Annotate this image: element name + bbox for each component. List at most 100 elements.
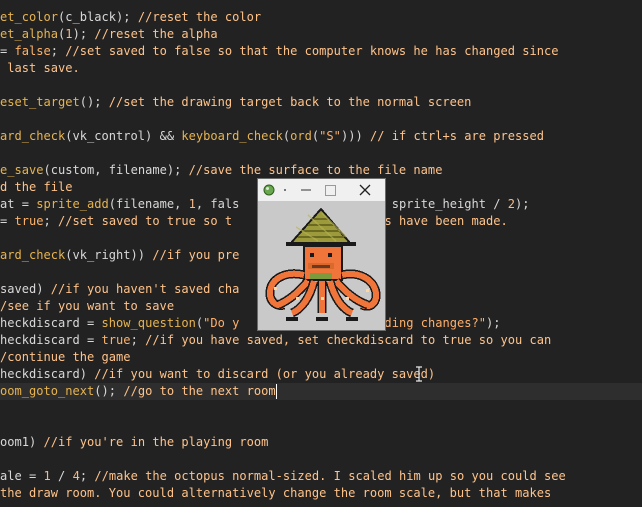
text-caret [276,384,277,399]
code-token: //if you have saved, set checkdiscard to… [145,333,552,347]
sprite-preview-window[interactable] [257,178,386,331]
code-token: ; [43,214,59,228]
close-icon [359,184,371,196]
code-token: ; [79,469,95,483]
code-line[interactable]: ard_check(vk_control) && keyboard_check(… [0,128,642,145]
code-token: last save. [0,61,80,75]
code-token: //if you're in the playing room [43,435,269,449]
code-line[interactable] [0,417,642,434]
code-token: 1 [188,197,196,211]
code-token: ard_check [0,248,66,262]
code-token: "Do y [203,316,240,330]
code-token: ))) [340,129,370,143]
code-line[interactable]: eset_target(); //set the drawing target … [0,94,642,111]
code-line[interactable]: et_color(c_black); //reset the color [0,9,642,26]
code-token: //reset the color [137,10,262,24]
text-cursor-ibeam-icon [415,366,423,382]
code-token: ); [515,197,530,211]
code-token: ard_check [0,129,66,143]
code-token: = [0,44,15,58]
code-token: ale = [0,469,44,483]
octopus-sprite-image [265,207,381,321]
code-token: //save the surface to the file name [188,163,443,177]
code-token: oom1) [0,435,44,449]
code-token: true [14,214,44,228]
code-token: (); [79,95,109,109]
code-token: //make the octopus normal-sized. I scale… [94,469,566,483]
code-line[interactable]: et_alpha(1); //reset the alpha [0,26,642,43]
code-token: et_alpha [0,27,59,41]
code-token: /see if you want to save [0,299,175,313]
code-token: , sprite_height / [377,197,508,211]
code-token: ; [50,44,66,58]
close-button[interactable] [353,179,377,201]
code-line[interactable] [0,111,642,128]
code-token: //set the drawing target back to the nor… [108,95,472,109]
code-token: heckdiscard) [0,367,95,381]
code-token: //if you pre [152,248,240,262]
code-token: keyboard_check [181,129,283,143]
code-token: d the file [0,180,73,194]
code-token: 2 [507,197,516,211]
code-token: e_save [0,163,44,177]
code-token: /continue the game [0,350,131,364]
code-line[interactable] [0,145,642,162]
code-token: //if you want to discard (or you already… [94,367,436,381]
titlebar-dot-icon [282,179,290,201]
code-token: //go to the next room [123,384,276,398]
code-token: 4 [72,469,80,483]
code-line[interactable] [0,77,642,94]
code-token: (vk_right)) [65,248,153,262]
code-token: ); [72,27,95,41]
code-token: // if ctrl+s are pressed [369,129,545,143]
code-token: //set saved to true so t [58,214,233,228]
preview-canvas [258,201,385,330]
code-line[interactable] [0,400,642,417]
code-line[interactable]: the draw room. You could alternatively c… [0,485,642,502]
code-token: (custom, filename); [43,163,189,177]
code-token: ; [130,333,146,347]
code-token: "S" [319,129,341,143]
maximize-button[interactable] [318,179,342,201]
code-token: //if you haven't saved cha [50,282,240,296]
minimize-button[interactable] [294,179,318,201]
code-token: ); [485,316,501,330]
code-token: saved) [0,282,51,296]
code-token: sprite_add [36,197,109,211]
code-token: , fals [195,197,240,211]
code-token: the draw room. You could alternatively c… [0,486,552,500]
code-token: show_question [101,316,196,330]
app-icon [258,179,280,201]
code-token: //set saved to false so that the compute… [65,44,559,58]
code-token: at = [0,197,37,211]
code-line[interactable]: oom1) //if you're in the playing room [0,434,642,451]
code-line[interactable] [0,451,642,468]
code-line[interactable]: ale = 1 / 4; //make the octopus normal-s… [0,468,642,485]
code-line[interactable]: last save. [0,60,642,77]
code-token: 1 [65,27,73,41]
code-token: eset_target [0,95,80,109]
code-token: ord [290,129,312,143]
code-token: 1 [43,469,51,483]
code-token: / [50,469,73,483]
code-token: false [14,44,51,58]
code-token: heckdiscard = [0,333,102,347]
code-token: (); [94,384,124,398]
code-token: //reset the alpha [94,27,218,41]
code-token: (c_black); [58,10,138,24]
code-token: true [101,333,131,347]
code-line-current[interactable]: oom_goto_next(); //go to the next room [0,383,642,400]
code-token: oom_goto_next [0,384,95,398]
minimize-icon [301,189,311,191]
code-token: heckdiscard = [0,316,102,330]
window-titlebar[interactable] [258,179,385,201]
code-token: (filename, [108,197,189,211]
code-token: (vk_control) && [65,129,182,143]
code-line[interactable]: /continue the game [0,349,642,366]
code-token: et_color [0,10,59,24]
code-token: = [0,214,15,228]
code-line[interactable]: heckdiscard = true; //if you have saved,… [0,332,642,349]
code-line[interactable]: e_save(custom, filename); //save the sur… [0,162,642,179]
code-line[interactable]: = false; //set saved to false so that th… [0,43,642,60]
code-line[interactable]: heckdiscard) //if you want to discard (o… [0,366,642,383]
